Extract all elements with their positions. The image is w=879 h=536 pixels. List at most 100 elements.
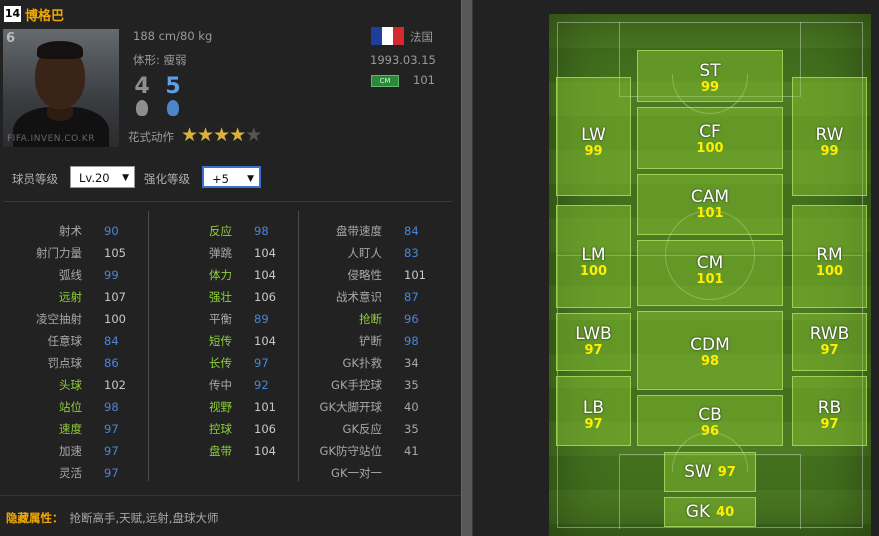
position-label: LWB bbox=[575, 324, 612, 344]
stat-row: GK防守站位 41 bbox=[0, 440, 419, 462]
stat-name: 战术意识 bbox=[336, 290, 382, 304]
position-cam[interactable]: CAM 101 bbox=[637, 174, 783, 235]
position-rating: 99 bbox=[584, 144, 603, 159]
stat-row: GK扑救 34 bbox=[0, 352, 419, 374]
flag-stripe-blue bbox=[371, 27, 382, 45]
position-label: RW bbox=[815, 125, 844, 145]
position-label: RB bbox=[817, 398, 842, 418]
position-label: GK bbox=[685, 502, 711, 522]
hidden-traits-value: 抢断高手,天赋,远射,盘球大师 bbox=[69, 511, 219, 525]
stat-value: 40 bbox=[404, 400, 419, 414]
stat-name: GK扑救 bbox=[342, 356, 382, 370]
position-rating: 40 bbox=[716, 504, 735, 520]
stat-value: 41 bbox=[404, 444, 419, 458]
position-lm[interactable]: LM 100 bbox=[556, 205, 631, 308]
flag-stripe-red bbox=[393, 27, 404, 45]
stat-name: GK手控球 bbox=[331, 378, 382, 392]
position-lwb[interactable]: LWB 97 bbox=[556, 313, 631, 371]
star-icon: ★ bbox=[197, 124, 214, 146]
position-label: LW bbox=[581, 125, 606, 145]
stat-value: 98 bbox=[404, 334, 419, 348]
photo-watermark: FIFA.INVEN.CO.KR bbox=[7, 134, 95, 144]
position-rating: 97 bbox=[820, 343, 839, 358]
position-cf[interactable]: CF 100 bbox=[637, 107, 783, 169]
section-divider bbox=[4, 201, 452, 202]
position-rating: 101 bbox=[696, 206, 724, 221]
position-sw[interactable]: SW 97 bbox=[664, 452, 756, 492]
nation-name: 法国 bbox=[410, 30, 433, 44]
stat-name: GK一对一 bbox=[331, 466, 382, 480]
right-foot-icon bbox=[167, 100, 179, 116]
stat-row: GK反应 35 bbox=[0, 418, 419, 440]
position-rating: 98 bbox=[700, 354, 720, 369]
stat-value: 87 bbox=[404, 290, 419, 304]
overall-number: 6 bbox=[6, 31, 16, 46]
position-badge: CM bbox=[371, 75, 399, 87]
panel-divider bbox=[461, 0, 473, 536]
stat-row: GK大脚开球 40 bbox=[0, 396, 419, 418]
stat-value: 35 bbox=[404, 378, 419, 392]
position-rating: 101 bbox=[696, 272, 724, 287]
chevron-down-icon: ▼ bbox=[122, 173, 129, 183]
stat-name: GK防守站位 bbox=[319, 444, 382, 458]
position-lb[interactable]: LB 97 bbox=[556, 376, 631, 446]
stat-row: 战术意识 87 bbox=[0, 286, 419, 308]
enhance-level-label: 强化等级 bbox=[144, 172, 190, 186]
position-rating: 97 bbox=[820, 417, 839, 432]
enhance-level-select[interactable]: +5 ▼ bbox=[202, 166, 261, 188]
right-foot-rating: 5 bbox=[165, 74, 181, 99]
player-photo: 6 FIFA.INVEN.CO.KR bbox=[3, 29, 119, 147]
photo-hair bbox=[37, 41, 83, 59]
position-rating: 99 bbox=[700, 80, 720, 95]
stat-name: 铲断 bbox=[359, 334, 382, 348]
position-rating: 100 bbox=[815, 264, 844, 279]
position-rating: 100 bbox=[696, 141, 724, 156]
position-cb[interactable]: CB 96 bbox=[637, 395, 783, 446]
stat-row: 盘带速度 84 bbox=[0, 220, 419, 242]
stat-value: 101 bbox=[404, 268, 426, 282]
stat-row: 侵略性 101 bbox=[0, 264, 426, 286]
stat-name: 侵略性 bbox=[347, 268, 383, 282]
position-rating: 97 bbox=[717, 464, 736, 480]
position-st[interactable]: ST 99 bbox=[637, 50, 783, 102]
position-lw[interactable]: LW 99 bbox=[556, 77, 631, 196]
player-level-label: 球员等级 bbox=[12, 172, 58, 186]
position-label: CDM bbox=[690, 335, 730, 355]
stat-value: 96 bbox=[404, 312, 419, 326]
body-type: 体形: 瘦弱 bbox=[133, 53, 187, 67]
stat-name: 抢断 bbox=[359, 312, 382, 326]
stat-value: 35 bbox=[404, 422, 419, 436]
player-level-select[interactable]: Lv.20 ▼ bbox=[70, 166, 135, 188]
season-badge: 14 bbox=[4, 6, 21, 22]
hidden-traits: 隐藏属性： 抢断高手,天赋,远射,盘球大师 bbox=[6, 510, 218, 526]
stat-row: GK手控球 35 bbox=[0, 374, 419, 396]
star-icon: ★ bbox=[213, 124, 230, 146]
birth-date: 1993.03.15 bbox=[370, 53, 436, 67]
position-cdm[interactable]: CDM 98 bbox=[637, 311, 783, 390]
position-rating: 101 bbox=[413, 73, 435, 87]
stat-row: 人盯人 83 bbox=[0, 242, 419, 264]
position-rating: 97 bbox=[584, 417, 603, 432]
position-rm[interactable]: RM 100 bbox=[792, 205, 867, 308]
position-label: ST bbox=[699, 61, 721, 81]
star-icon: ★ bbox=[181, 124, 198, 146]
position-gk[interactable]: GK 40 bbox=[664, 497, 756, 527]
position-label: LB bbox=[582, 398, 605, 418]
player-level-value: Lv.20 bbox=[79, 171, 110, 185]
position-label: SW bbox=[684, 462, 712, 482]
position-rating: 97 bbox=[584, 343, 603, 358]
stat-name: GK大脚开球 bbox=[319, 400, 382, 414]
stat-name: 人盯人 bbox=[347, 246, 383, 260]
position-cm[interactable]: CM 101 bbox=[637, 240, 783, 306]
position-rw[interactable]: RW 99 bbox=[792, 77, 867, 196]
skill-moves-label: 花式动作 bbox=[128, 130, 174, 144]
position-label: RM bbox=[816, 245, 843, 265]
chevron-down-icon: ▼ bbox=[247, 174, 254, 184]
position-label: CAM bbox=[690, 187, 730, 207]
position-rating: 96 bbox=[700, 424, 720, 439]
position-label: CB bbox=[698, 405, 722, 425]
position-rb[interactable]: RB 97 bbox=[792, 376, 867, 446]
position-rwb[interactable]: RWB 97 bbox=[792, 313, 867, 371]
stat-row: 抢断 96 bbox=[0, 308, 419, 330]
position-label: LM bbox=[581, 245, 606, 265]
